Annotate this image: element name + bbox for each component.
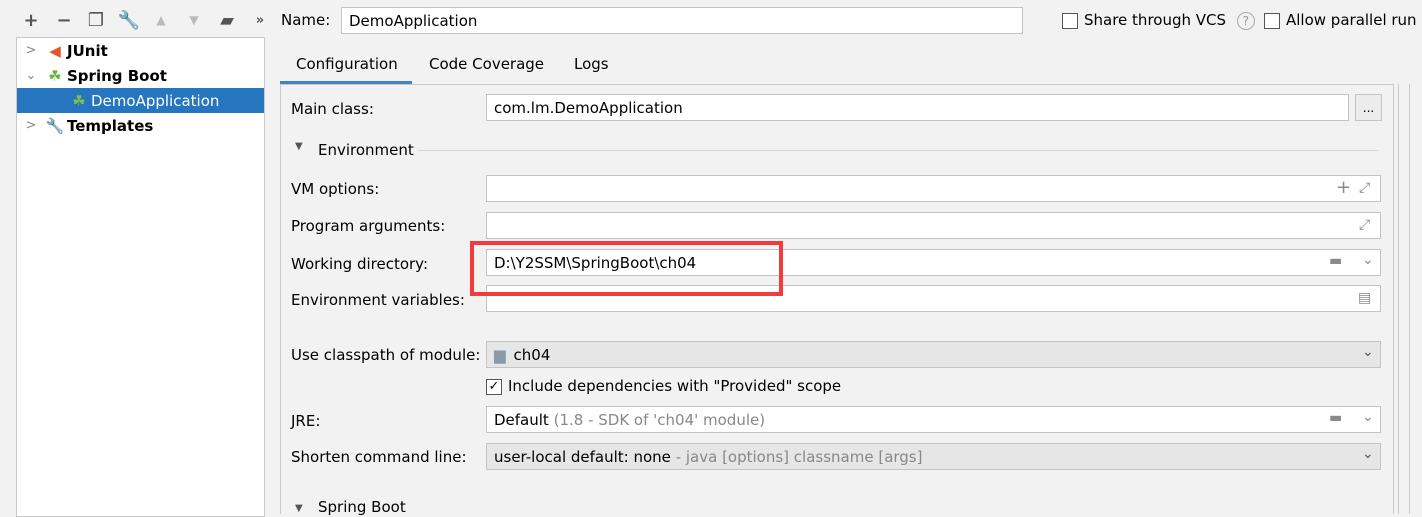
chevron-down-icon[interactable]: ⌄: [1362, 344, 1374, 360]
parallel-run-checkbox[interactable]: Allow parallel run: [1264, 11, 1417, 29]
add-icon[interactable]: +: [1336, 177, 1351, 198]
include-dependencies-label: Include dependencies with "Provided" sco…: [508, 377, 842, 395]
chevron-down-icon[interactable]: ⌄: [1362, 409, 1374, 425]
classpath-module-label: Use classpath of module:: [291, 346, 481, 364]
spring-boot-section-title[interactable]: Spring Boot: [318, 498, 406, 516]
tree-item-junit[interactable]: > ◀ JUnit: [17, 38, 264, 63]
program-arguments-input[interactable]: [486, 212, 1381, 239]
run-config-tree: > ◀ JUnit ⌄ ☘ Spring Boot ☘ DemoApplication >…: [16, 37, 265, 517]
copy-icon[interactable]: ❐: [85, 9, 107, 31]
highlight-box: [470, 241, 783, 296]
section-divider: [418, 150, 1378, 151]
tab-logs[interactable]: Logs: [574, 55, 609, 73]
name-label: Name:: [281, 11, 331, 29]
tab-configuration[interactable]: Configuration: [296, 55, 398, 73]
vm-options-label: VM options:: [291, 180, 380, 198]
collapse-triangle-icon[interactable]: ▼: [295, 503, 303, 514]
tree-item-label: Spring Boot: [67, 66, 167, 85]
tree-item-label: DemoApplication: [91, 91, 220, 110]
collapse-triangle-icon[interactable]: ▼: [295, 141, 303, 152]
junit-icon: ◀: [49, 41, 61, 60]
shorten-hint: - java [options] classname [args]: [675, 447, 923, 466]
folder-icon[interactable]: ▬: [1329, 410, 1342, 426]
program-arguments-label: Program arguments:: [291, 217, 446, 235]
main-class-value: com.lm.DemoApplication: [494, 98, 683, 117]
spring-boot-icon: ☘: [48, 66, 62, 85]
parallel-run-label: Allow parallel run: [1286, 11, 1417, 29]
jre-hint: (1.8 - SDK of 'ch04' module): [553, 410, 766, 429]
main-class-label: Main class:: [291, 100, 374, 118]
chevron-down-icon[interactable]: ⌄: [1362, 252, 1374, 268]
folder-icon[interactable]: ▬: [1329, 253, 1342, 269]
browse-main-class-button[interactable]: ...: [1355, 94, 1382, 121]
document-icon[interactable]: ▤: [1358, 290, 1371, 306]
move-up-icon[interactable]: ▲: [150, 9, 172, 31]
add-icon[interactable]: +: [20, 9, 42, 31]
environment-section-title[interactable]: Environment: [318, 141, 414, 159]
checkmark-icon[interactable]: ✓: [486, 378, 502, 395]
chevron-right-icon[interactable]: >: [17, 118, 45, 133]
working-directory-label: Working directory:: [291, 255, 429, 273]
wrench-icon[interactable]: 🔧: [118, 9, 140, 31]
include-dependencies-checkbox[interactable]: ✓ Include dependencies with "Provided" sc…: [486, 377, 841, 395]
jre-select[interactable]: Default (1.8 - SDK of 'ch04' module): [486, 406, 1381, 433]
help-icon[interactable]: ?: [1236, 12, 1255, 30]
expand-icon[interactable]: ⤢: [1359, 217, 1370, 233]
tree-item-demoapplication[interactable]: ☘ DemoApplication: [17, 88, 264, 113]
jre-label: JRE:: [291, 412, 321, 430]
module-folder-icon: ▆: [494, 345, 506, 364]
tree-item-templates[interactable]: > 🔧 Templates: [17, 113, 264, 138]
name-input[interactable]: DemoApplication: [341, 7, 1023, 34]
scrollbar[interactable]: [1398, 84, 1410, 514]
spring-boot-icon: ☘: [72, 91, 86, 110]
jre-value: Default: [494, 410, 549, 429]
checkbox-icon[interactable]: [1264, 12, 1280, 29]
shorten-value: user-local default: none: [494, 447, 671, 466]
checkbox-icon[interactable]: [1062, 12, 1078, 29]
chevron-right-icon[interactable]: >: [17, 43, 45, 58]
expand-icon[interactable]: ⤢: [1359, 180, 1370, 196]
environment-variables-label: Environment variables:: [291, 291, 465, 309]
shorten-command-line-select[interactable]: user-local default: none - java [options…: [486, 443, 1381, 470]
tab-code-coverage[interactable]: Code Coverage: [429, 55, 544, 73]
shorten-command-line-label: Shorten command line:: [291, 448, 467, 466]
chevron-down-icon[interactable]: ⌄: [1362, 446, 1374, 462]
classpath-module-value: ch04: [513, 345, 551, 364]
share-vcs-label: Share through VCS: [1084, 11, 1227, 29]
classpath-module-select[interactable]: ▆ ch04: [486, 341, 1381, 368]
move-down-icon[interactable]: ▼: [183, 9, 205, 31]
share-vcs-checkbox[interactable]: Share through VCS ?: [1062, 11, 1255, 30]
remove-icon[interactable]: −: [53, 9, 75, 31]
tree-item-label: JUnit: [67, 41, 108, 60]
main-class-input[interactable]: com.lm.DemoApplication: [486, 94, 1349, 121]
wrench-icon: 🔧: [45, 116, 65, 135]
new-folder-icon[interactable]: ▰: [216, 9, 238, 31]
tree-item-label: Templates: [67, 116, 154, 135]
name-value: DemoApplication: [349, 11, 478, 30]
tree-item-spring-boot[interactable]: ⌄ ☘ Spring Boot: [17, 63, 264, 88]
more-icon[interactable]: »: [249, 9, 271, 31]
chevron-down-icon[interactable]: ⌄: [17, 68, 45, 83]
vm-options-input[interactable]: [486, 175, 1381, 202]
